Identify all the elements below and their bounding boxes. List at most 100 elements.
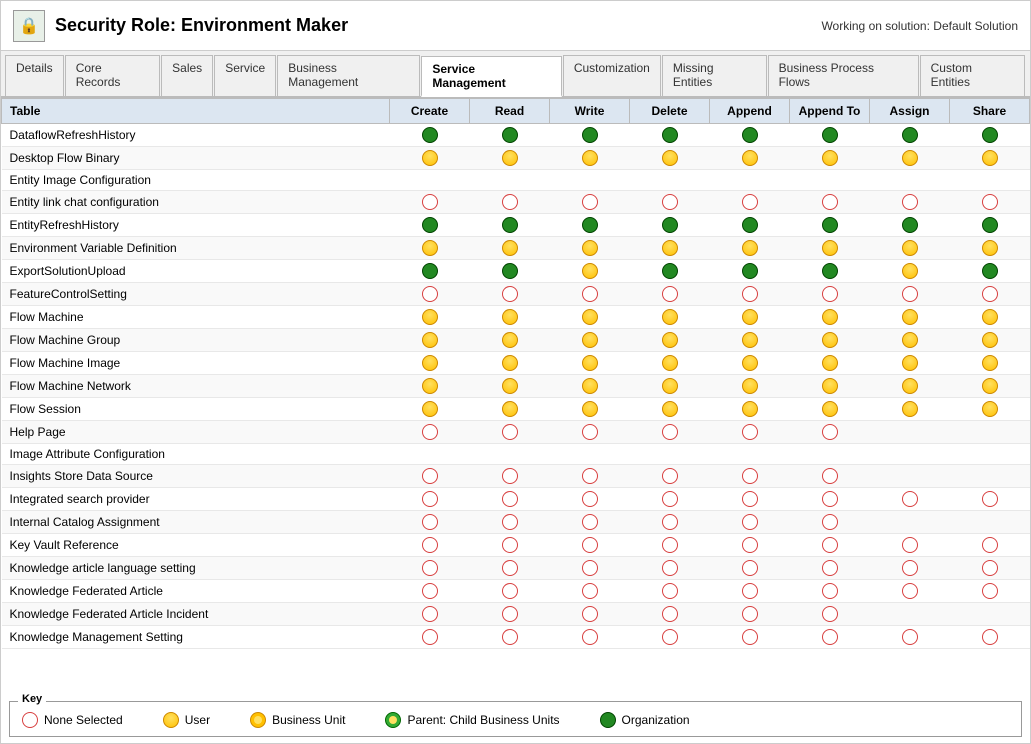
row-appendTo[interactable] xyxy=(790,260,870,283)
row-read[interactable] xyxy=(470,352,550,375)
row-appendTo[interactable] xyxy=(790,170,870,191)
icon-org[interactable] xyxy=(662,127,678,143)
icon-none[interactable] xyxy=(822,514,838,530)
icon-none[interactable] xyxy=(822,424,838,440)
row-create[interactable] xyxy=(390,329,470,352)
row-create[interactable] xyxy=(390,124,470,147)
icon-org[interactable] xyxy=(742,127,758,143)
row-write[interactable] xyxy=(550,170,630,191)
row-read[interactable] xyxy=(470,147,550,170)
row-append[interactable] xyxy=(710,191,790,214)
icon-org[interactable] xyxy=(582,217,598,233)
row-delete[interactable] xyxy=(630,147,710,170)
row-read[interactable] xyxy=(470,283,550,306)
row-write[interactable] xyxy=(550,444,630,465)
icon-none[interactable] xyxy=(982,194,998,210)
row-assign[interactable] xyxy=(870,147,950,170)
row-appendTo[interactable] xyxy=(790,283,870,306)
row-assign[interactable] xyxy=(870,237,950,260)
icon-none[interactable] xyxy=(742,629,758,645)
row-appendTo[interactable] xyxy=(790,352,870,375)
row-assign[interactable] xyxy=(870,488,950,511)
icon-user[interactable] xyxy=(662,240,678,256)
row-assign[interactable] xyxy=(870,603,950,626)
icon-none[interactable] xyxy=(662,514,678,530)
row-assign[interactable] xyxy=(870,580,950,603)
row-delete[interactable] xyxy=(630,375,710,398)
icon-user[interactable] xyxy=(822,355,838,371)
icon-none[interactable] xyxy=(662,583,678,599)
row-write[interactable] xyxy=(550,191,630,214)
icon-none[interactable] xyxy=(422,606,438,622)
row-write[interactable] xyxy=(550,237,630,260)
row-create[interactable] xyxy=(390,626,470,649)
row-append[interactable] xyxy=(710,237,790,260)
row-write[interactable] xyxy=(550,214,630,237)
icon-org[interactable] xyxy=(582,127,598,143)
row-assign[interactable] xyxy=(870,260,950,283)
icon-user[interactable] xyxy=(502,309,518,325)
row-delete[interactable] xyxy=(630,465,710,488)
icon-none[interactable] xyxy=(742,560,758,576)
row-create[interactable] xyxy=(390,534,470,557)
row-create[interactable] xyxy=(390,352,470,375)
row-append[interactable] xyxy=(710,557,790,580)
icon-org[interactable] xyxy=(982,263,998,279)
row-delete[interactable] xyxy=(630,603,710,626)
icon-user[interactable] xyxy=(662,150,678,166)
row-create[interactable] xyxy=(390,147,470,170)
icon-user[interactable] xyxy=(902,355,918,371)
row-share[interactable] xyxy=(950,191,1030,214)
icon-user[interactable] xyxy=(422,355,438,371)
icon-user[interactable] xyxy=(422,332,438,348)
row-assign[interactable] xyxy=(870,557,950,580)
row-append[interactable] xyxy=(710,465,790,488)
icon-none[interactable] xyxy=(502,606,518,622)
row-create[interactable] xyxy=(390,398,470,421)
icon-none[interactable] xyxy=(582,468,598,484)
icon-org[interactable] xyxy=(502,263,518,279)
icon-user[interactable] xyxy=(902,263,918,279)
row-read[interactable] xyxy=(470,237,550,260)
icon-org[interactable] xyxy=(822,127,838,143)
row-appendTo[interactable] xyxy=(790,488,870,511)
row-appendTo[interactable] xyxy=(790,306,870,329)
icon-none[interactable] xyxy=(502,537,518,553)
icon-user[interactable] xyxy=(742,355,758,371)
row-read[interactable] xyxy=(470,329,550,352)
icon-none[interactable] xyxy=(582,606,598,622)
icon-org[interactable] xyxy=(422,217,438,233)
icon-none[interactable] xyxy=(422,468,438,484)
icon-none[interactable] xyxy=(982,537,998,553)
icon-none[interactable] xyxy=(422,286,438,302)
icon-none[interactable] xyxy=(742,583,758,599)
icon-user[interactable] xyxy=(822,150,838,166)
icon-none[interactable] xyxy=(502,583,518,599)
row-read[interactable] xyxy=(470,375,550,398)
row-assign[interactable] xyxy=(870,465,950,488)
row-delete[interactable] xyxy=(630,170,710,191)
row-append[interactable] xyxy=(710,511,790,534)
icon-none[interactable] xyxy=(582,491,598,507)
icon-none[interactable] xyxy=(662,194,678,210)
row-append[interactable] xyxy=(710,329,790,352)
icon-user[interactable] xyxy=(902,309,918,325)
row-assign[interactable] xyxy=(870,283,950,306)
row-share[interactable] xyxy=(950,147,1030,170)
row-share[interactable] xyxy=(950,283,1030,306)
row-write[interactable] xyxy=(550,534,630,557)
icon-user[interactable] xyxy=(902,401,918,417)
row-read[interactable] xyxy=(470,306,550,329)
icon-user[interactable] xyxy=(982,401,998,417)
icon-org[interactable] xyxy=(422,263,438,279)
row-delete[interactable] xyxy=(630,283,710,306)
row-assign[interactable] xyxy=(870,352,950,375)
icon-user[interactable] xyxy=(982,332,998,348)
row-write[interactable] xyxy=(550,306,630,329)
row-appendTo[interactable] xyxy=(790,237,870,260)
icon-org[interactable] xyxy=(662,263,678,279)
icon-none[interactable] xyxy=(502,286,518,302)
row-create[interactable] xyxy=(390,557,470,580)
icon-none[interactable] xyxy=(502,491,518,507)
icon-none[interactable] xyxy=(502,514,518,530)
